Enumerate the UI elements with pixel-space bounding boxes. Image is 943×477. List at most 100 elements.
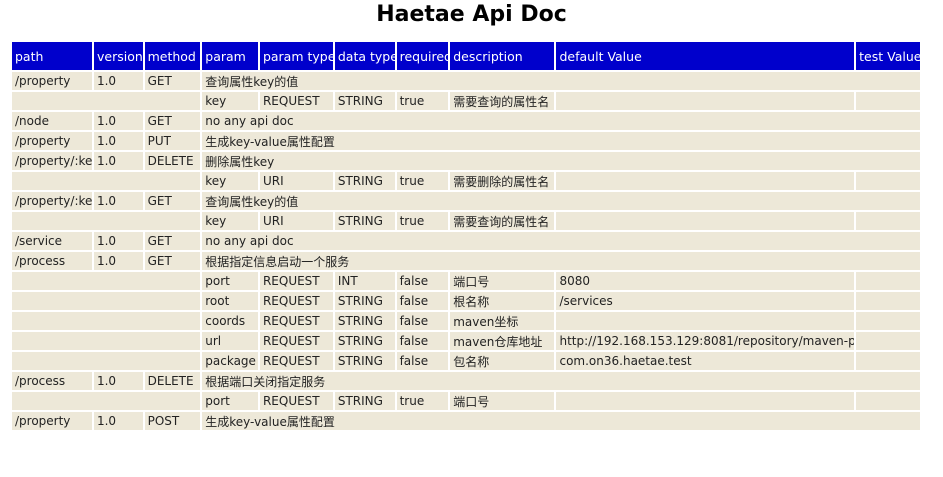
cell-param: 删除属性key	[202, 152, 920, 170]
cell-test-value	[856, 352, 920, 370]
cell-empty	[12, 332, 201, 350]
cell-path: /property	[12, 412, 92, 430]
cell-data-type: STRING	[334, 212, 395, 230]
cell-param: 生成key-value属性配置	[202, 132, 920, 150]
cell-path: /property/:key	[12, 192, 92, 210]
cell-path: /property/:key	[12, 152, 92, 170]
cell-empty	[12, 312, 201, 330]
cell-path: /process	[12, 252, 92, 270]
column-header-version: version	[93, 42, 143, 70]
cell-param-type: REQUEST	[259, 272, 333, 290]
table-row-endpoint: /property/:key 1.0 DELETE 删除属性key	[12, 152, 920, 170]
cell-param: 生成key-value属性配置	[202, 412, 920, 430]
cell-method: DELETE	[144, 152, 201, 170]
cell-default-value	[556, 212, 855, 230]
cell-param: 根据端口关闭指定服务	[202, 372, 920, 390]
table-body: /property 1.0 GET 查询属性key的值 key REQUEST STRING…	[12, 72, 920, 430]
column-header-data-type: data type	[334, 42, 395, 70]
cell-param-type: REQUEST	[259, 92, 333, 110]
cell-param-type: REQUEST	[259, 392, 333, 410]
cell-param-type: REQUEST	[259, 312, 333, 330]
cell-empty	[12, 92, 201, 110]
cell-test-value	[856, 292, 920, 310]
cell-data-type: STRING	[334, 332, 395, 350]
column-header-default-value: default Value	[556, 42, 855, 70]
cell-method: GET	[144, 252, 201, 270]
table-row-param: port REQUEST INT false 端口号 8080	[12, 272, 920, 290]
cell-method: GET	[144, 112, 201, 130]
cell-path: /property	[12, 72, 92, 90]
cell-param-type: REQUEST	[259, 352, 333, 370]
cell-param: port	[202, 272, 258, 290]
cell-param: 查询属性key的值	[202, 72, 920, 90]
cell-empty	[12, 272, 201, 290]
cell-description: 需要删除的属性名	[450, 172, 555, 190]
cell-default-value: http://192.168.153.129:8081/repository/m…	[556, 332, 855, 350]
cell-method: DELETE	[144, 372, 201, 390]
cell-version: 1.0	[93, 192, 143, 210]
cell-param: no any api doc	[202, 232, 920, 250]
cell-version: 1.0	[93, 72, 143, 90]
cell-version: 1.0	[93, 252, 143, 270]
table-row-param: key URI STRING true 需要查询的属性名	[12, 212, 920, 230]
cell-path: /property	[12, 132, 92, 150]
column-header-path: path	[12, 42, 92, 70]
cell-default-value: 8080	[556, 272, 855, 290]
cell-empty	[12, 212, 201, 230]
cell-data-type: STRING	[334, 352, 395, 370]
cell-required: false	[396, 332, 449, 350]
cell-param: key	[202, 92, 258, 110]
cell-description: maven坐标	[450, 312, 555, 330]
cell-param: package	[202, 352, 258, 370]
table-row-endpoint: /service 1.0 GET no any api doc	[12, 232, 920, 250]
cell-version: 1.0	[93, 372, 143, 390]
cell-test-value	[856, 272, 920, 290]
cell-required: false	[396, 352, 449, 370]
table-row-endpoint: /property 1.0 POST 生成key-value属性配置	[12, 412, 920, 430]
table-row-param: port REQUEST STRING true 端口号	[12, 392, 920, 410]
cell-version: 1.0	[93, 132, 143, 150]
table-row-endpoint: /node 1.0 GET no any api doc	[12, 112, 920, 130]
cell-method: GET	[144, 232, 201, 250]
cell-default-value	[556, 312, 855, 330]
cell-path: /service	[12, 232, 92, 250]
cell-default-value	[556, 92, 855, 110]
table-row-endpoint: /property 1.0 PUT 生成key-value属性配置	[12, 132, 920, 150]
cell-version: 1.0	[93, 232, 143, 250]
cell-description: 端口号	[450, 272, 555, 290]
cell-param: key	[202, 212, 258, 230]
cell-data-type: INT	[334, 272, 395, 290]
cell-description: 端口号	[450, 392, 555, 410]
cell-test-value	[856, 212, 920, 230]
cell-description: 需要查询的属性名	[450, 92, 555, 110]
column-header-required: required	[396, 42, 449, 70]
cell-test-value	[856, 172, 920, 190]
cell-required: false	[396, 272, 449, 290]
cell-method: PUT	[144, 132, 201, 150]
cell-empty	[12, 352, 201, 370]
cell-test-value	[856, 332, 920, 350]
column-header-method: method	[144, 42, 201, 70]
cell-test-value	[856, 392, 920, 410]
column-header-param: param	[202, 42, 258, 70]
cell-description: maven仓库地址	[450, 332, 555, 350]
cell-param-type: URI	[259, 212, 333, 230]
cell-required: true	[396, 92, 449, 110]
cell-version: 1.0	[93, 152, 143, 170]
cell-data-type: STRING	[334, 172, 395, 190]
table-row-param: root REQUEST STRING false 根名称/services	[12, 292, 920, 310]
cell-required: true	[396, 392, 449, 410]
cell-empty	[12, 392, 201, 410]
table-row-param: url REQUEST STRING false maven仓库地址 http://192…	[12, 332, 920, 350]
cell-required: true	[396, 212, 449, 230]
cell-param-type: URI	[259, 172, 333, 190]
column-header-test-value: test Value	[856, 42, 920, 70]
cell-data-type: STRING	[334, 312, 395, 330]
cell-path: /process	[12, 372, 92, 390]
cell-param: key	[202, 172, 258, 190]
cell-param: port	[202, 392, 258, 410]
cell-description: 根名称	[450, 292, 555, 310]
cell-default-value: /services	[556, 292, 855, 310]
cell-version: 1.0	[93, 412, 143, 430]
header-row: path version method param param type data typ…	[12, 42, 920, 70]
